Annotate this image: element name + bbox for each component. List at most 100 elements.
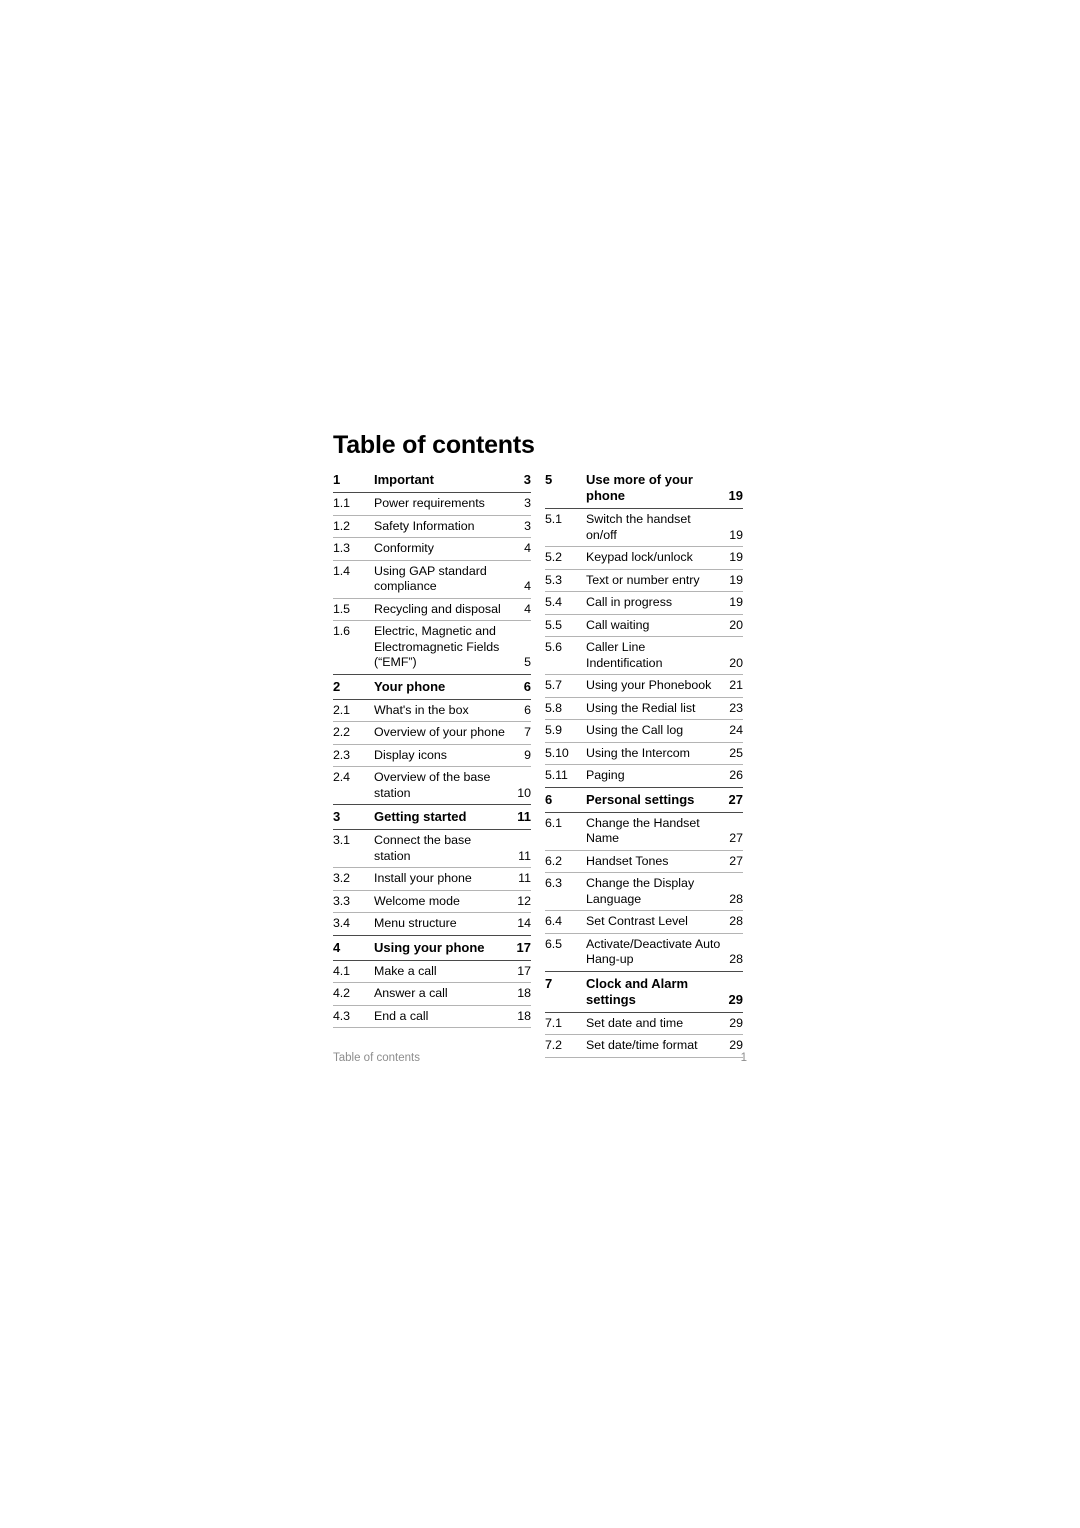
toc-entry-row[interactable]: 7.1 Set date and time 29	[545, 1013, 743, 1035]
toc-entry-label: Using GAP standard compliance	[374, 563, 487, 594]
toc-entry-row[interactable]: 5.8 Using the Redial list 23	[545, 698, 743, 720]
toc-entry-row[interactable]: 3.1 Connect the base station 11	[333, 830, 531, 867]
toc-entry-number: 1.4	[333, 563, 350, 578]
toc-entry-label: Conformity	[374, 541, 434, 555]
toc-entry-row[interactable]: 6.2 Handset Tones 27	[545, 851, 743, 873]
toc-entry-row[interactable]: 1.1 Power requirements 3	[333, 493, 531, 515]
toc-entry-number: 5.6	[545, 640, 562, 654]
toc-entry-row[interactable]: 2.1 What's in the box 6	[333, 700, 531, 722]
toc-entry-number: 1.3	[333, 541, 350, 555]
toc-entry-row[interactable]: 2.4 Overview of the base station 10	[333, 767, 531, 804]
toc-entry-number: 2	[333, 678, 341, 694]
toc-entry-page-number: 28	[729, 891, 743, 906]
toc-entry-label: Set date and time	[586, 1015, 684, 1030]
toc-entry-page-number: 29	[728, 991, 743, 1007]
toc-entry-row[interactable]: 5.7 Using your Phonebook 21	[545, 675, 743, 697]
toc-entry-number: 2.1	[333, 702, 350, 717]
toc-entry-label: Call waiting	[586, 617, 650, 632]
toc-entry-row[interactable]: 6.3 Change the Display Language 28	[545, 873, 743, 910]
toc-entry-row[interactable]: 5.5 Call waiting 20	[545, 615, 743, 637]
page-footer: Table of contents 1	[333, 1052, 747, 1064]
toc-entry-page-number: 21	[729, 678, 743, 692]
toc-entry-page-number: 3	[524, 518, 531, 533]
toc-entry-page-number: 26	[729, 768, 743, 782]
toc-entry-page-number: 3	[523, 472, 531, 487]
toc-entry-label: Important	[374, 472, 434, 487]
toc-chapter-row[interactable]: 1 Important 3	[333, 468, 531, 492]
toc-entry-row[interactable]: 5.10 Using the Intercom 25	[545, 743, 743, 765]
toc-entry-number: 3.4	[333, 916, 350, 930]
toc-chapter-row[interactable]: 6 Personal settings 27	[545, 788, 743, 812]
toc-entry-row[interactable]: 5.11 Paging 26	[545, 765, 743, 787]
toc-entry-page-number: 6	[523, 678, 531, 694]
toc-entry-row[interactable]: 5.4 Call in progress 19	[545, 592, 743, 614]
toc-entry-label: Handset Tones	[586, 853, 669, 868]
toc-entry-label: Recycling and disposal	[374, 601, 501, 616]
toc-entry-number: 7	[545, 975, 553, 991]
toc-entry-label: Using your phone	[374, 939, 485, 955]
toc-entry-page-number: 11	[518, 871, 531, 885]
toc-entry-row[interactable]: 1.6 Electric, Magnetic and Electromagneti…	[333, 621, 531, 674]
toc-entry-row[interactable]: 1.3 Conformity 4	[333, 538, 531, 560]
toc-entry-page-number: 27	[728, 791, 743, 807]
toc-entry-page-number: 4	[524, 579, 531, 593]
toc-entry-label: Display icons	[374, 747, 447, 762]
toc-chapter-row[interactable]: 4 Using your phone 17	[333, 936, 531, 960]
toc-entry-row[interactable]: 5.2 Keypad lock/unlock 19	[545, 547, 743, 569]
toc-entry-number: 5.7	[545, 678, 562, 692]
toc-entry-row[interactable]: 6.4 Set Contrast Level 28	[545, 911, 743, 933]
toc-entry-number: 6	[545, 791, 553, 807]
toc-entry-label: Power requirements	[374, 496, 485, 510]
toc-entry-row[interactable]: 3.2 Install your phone 11	[333, 868, 531, 890]
toc-entry-label: Activate/Deactivate Auto Hang-up	[586, 936, 721, 967]
toc-entry-row[interactable]: 3.3 Welcome mode 12	[333, 891, 531, 913]
toc-entry-label: Menu structure	[374, 916, 457, 930]
toc-chapter-row[interactable]: 7 Clock and Alarm settings 29	[545, 972, 743, 1012]
toc-entry-row[interactable]: 3.4 Menu structure 14	[333, 913, 531, 935]
toc-entry-row[interactable]: 1.5 Recycling and disposal 4	[333, 599, 531, 621]
toc-entry-number: 3.2	[333, 871, 350, 885]
toc-entry-label: End a call	[374, 1008, 429, 1023]
toc-entry-page-number: 25	[729, 745, 743, 760]
toc-entry-label: Change the Display Language	[586, 876, 695, 906]
toc-entry-label: Caller Line Indentification	[586, 640, 663, 670]
toc-entry-number: 5.9	[545, 723, 562, 737]
toc-entry-page-number: 17	[517, 963, 531, 978]
toc-entry-row[interactable]: 6.1 Change the Handset Name 27	[545, 813, 743, 850]
toc-entry-row[interactable]: 6.5 Activate/Deactivate Auto Hang-up 28	[545, 934, 743, 971]
toc-entry-row[interactable]: 1.2 Safety Information 3	[333, 516, 531, 538]
toc-entry-row[interactable]: 5.6 Caller Line Indentification 20	[545, 637, 743, 674]
toc-column-right: 5 Use more of your phone 19 5.1 Switch the h…	[545, 468, 743, 1058]
toc-entry-number: 1.5	[333, 601, 350, 616]
toc-chapter-row[interactable]: 2 Your phone 6	[333, 675, 531, 699]
toc-entry-number: 5.4	[545, 595, 562, 609]
toc-entry-label: Your phone	[374, 678, 446, 694]
toc-entry-number: 5	[545, 472, 553, 487]
toc-entry-page-number: 12	[517, 893, 531, 908]
toc-entry-number: 4	[333, 939, 341, 955]
toc-entry-row[interactable]: 2.2 Overview of your phone 7	[333, 722, 531, 744]
toc-entry-row[interactable]: 1.4 Using GAP standard compliance 4	[333, 561, 531, 598]
toc-entry-number: 3.3	[333, 893, 350, 908]
toc-entry-row[interactable]: 4.1 Make a call 17	[333, 961, 531, 983]
toc-chapter-row[interactable]: 3 Getting started 11	[333, 805, 531, 829]
toc-entry-number: 4.1	[333, 963, 350, 978]
toc-entry-row[interactable]: 4.2 Answer a call 18	[333, 983, 531, 1005]
toc-chapter-row[interactable]: 5 Use more of your phone 19	[545, 468, 743, 508]
toc-entry-number: 1.2	[333, 518, 350, 533]
toc-entry-number: 5.10	[545, 745, 569, 760]
toc-entry-row[interactable]: 5.9 Using the Call log 24	[545, 720, 743, 742]
toc-entry-number: 5.8	[545, 700, 562, 715]
toc-entry-page-number: 24	[729, 723, 743, 737]
toc-entry-row[interactable]: 2.3 Display icons 9	[333, 745, 531, 767]
footer-section-label: Table of contents	[333, 1052, 420, 1064]
toc-entry-label: Call in progress	[586, 595, 673, 609]
toc-entry-row[interactable]: 5.1 Switch the handset on/off 19	[545, 509, 743, 546]
toc-entry-label: Electric, Magnetic and Electromagnetic F…	[374, 624, 500, 669]
toc-entry-row[interactable]: 4.3 End a call 18	[333, 1006, 531, 1028]
toc-entry-label: Using the Redial list	[586, 700, 696, 715]
toc-entry-number: 1.6	[333, 624, 350, 638]
toc-entry-label: Text or number entry	[586, 572, 700, 587]
toc-entry-number: 6.4	[545, 914, 562, 928]
toc-entry-row[interactable]: 5.3 Text or number entry 19	[545, 570, 743, 592]
